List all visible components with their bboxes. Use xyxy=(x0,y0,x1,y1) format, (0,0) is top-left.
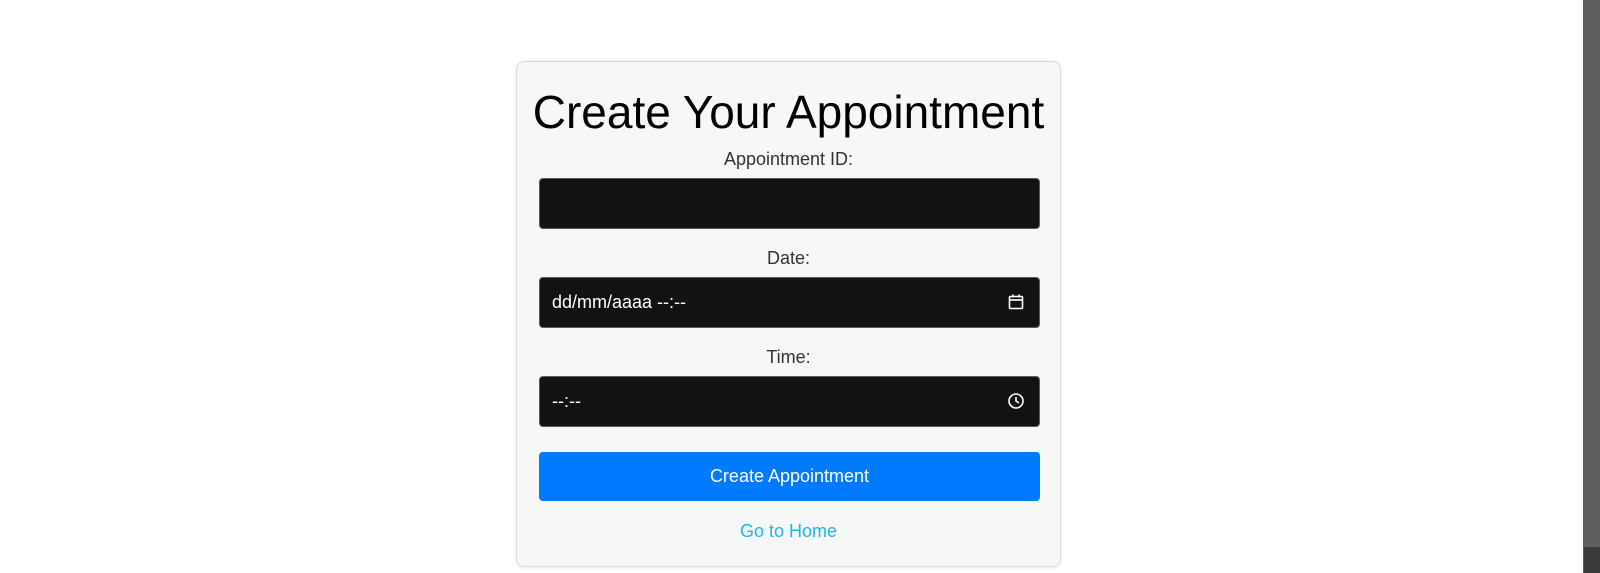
appointment-id-label: Appointment ID: xyxy=(723,149,854,169)
calendar-icon[interactable] xyxy=(1007,293,1025,311)
time-value: --:-- xyxy=(552,391,581,411)
vertical-scrollbar[interactable] xyxy=(1583,0,1600,573)
time-label: Time: xyxy=(766,347,811,367)
date-label: Date: xyxy=(766,248,811,268)
page-title: Create Your Appointment xyxy=(532,86,1045,138)
go-to-home-link[interactable]: Go to Home xyxy=(517,520,1060,542)
time-input[interactable]: --:-- xyxy=(539,376,1040,427)
appointment-id-input[interactable] xyxy=(539,178,1040,229)
date-input[interactable]: dd/mm/aaaa --:-- xyxy=(539,277,1040,328)
scrollbar-thumb[interactable] xyxy=(1584,547,1600,573)
page: Create Your Appointment Appointment ID: … xyxy=(0,0,1600,573)
clock-icon[interactable] xyxy=(1007,392,1025,410)
date-value: dd/mm/aaaa --:-- xyxy=(552,292,687,312)
create-appointment-button[interactable]: Create Appointment xyxy=(539,452,1040,501)
appointment-form-card: Create Your Appointment Appointment ID: … xyxy=(516,61,1061,567)
